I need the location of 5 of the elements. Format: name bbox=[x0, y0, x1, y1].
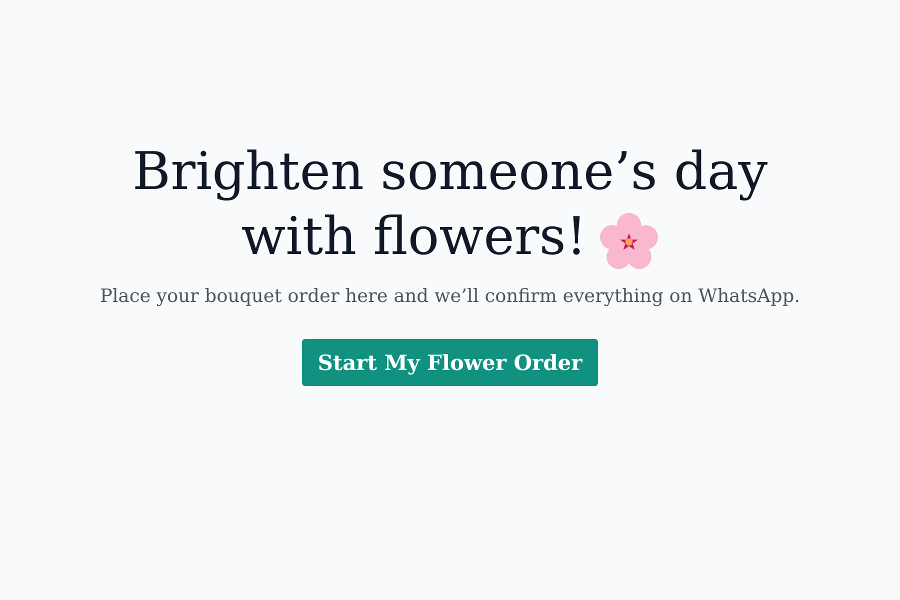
start-order-button[interactable]: Start My Flower Order bbox=[302, 339, 598, 386]
headline: with flowers! bbox=[241, 206, 587, 269]
subtitle: Place your bouquet order here and we’ll confirm everything on WhatsApp. bbox=[100, 286, 800, 307]
flower-icon bbox=[598, 212, 659, 270]
headline: Brighten someone’s day bbox=[132, 141, 768, 204]
